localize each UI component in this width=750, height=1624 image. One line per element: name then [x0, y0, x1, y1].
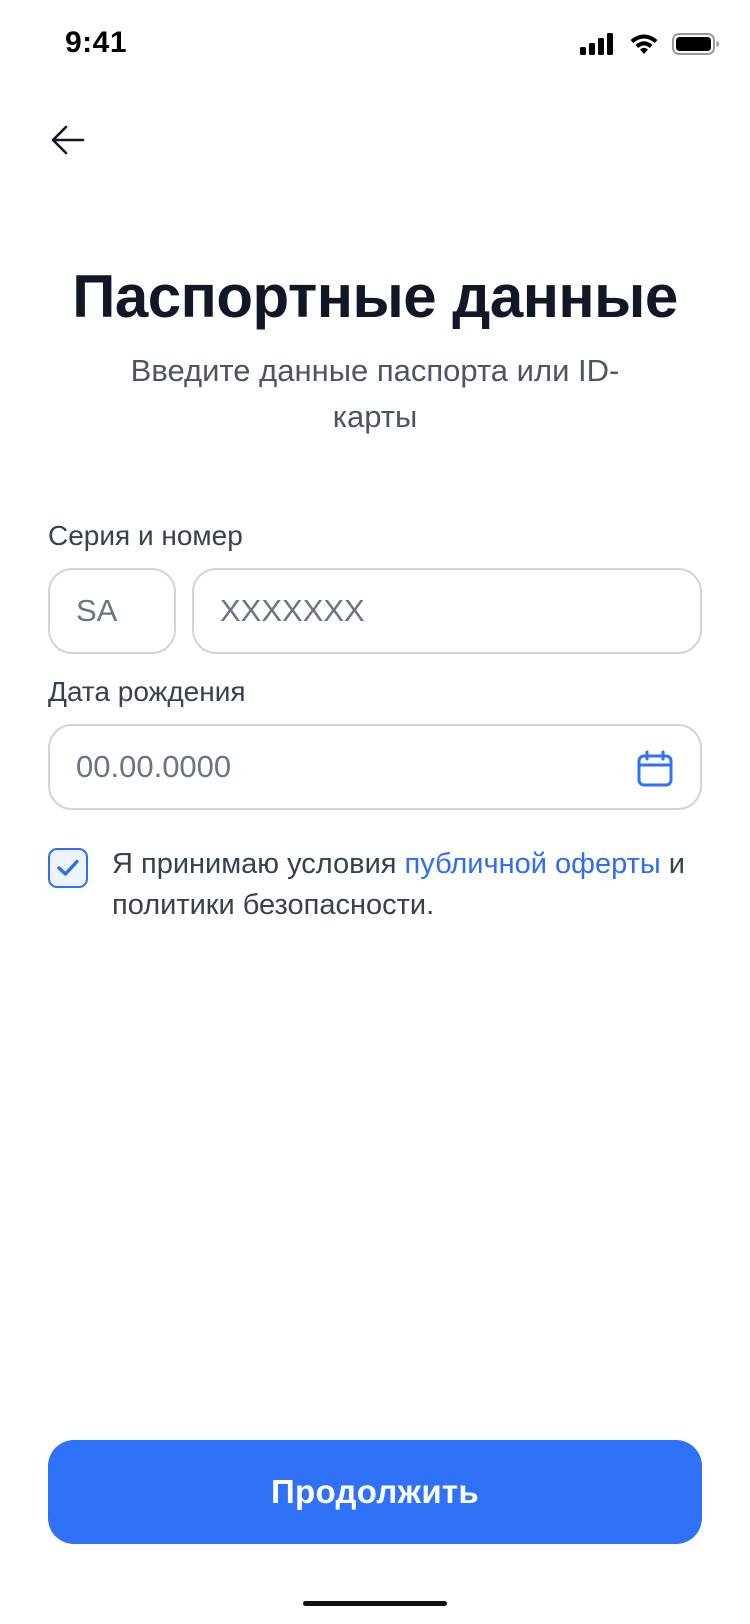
passport-number-input[interactable]	[220, 570, 700, 652]
status-bar: 9:41	[0, 0, 750, 94]
consent-text: Я принимаю условия публичной оферты и по…	[112, 844, 712, 926]
birth-date-label: Дата рождения	[48, 676, 246, 707]
passport-series-field[interactable]	[48, 568, 176, 654]
continue-button[interactable]: Продолжить	[48, 1440, 702, 1544]
passport-number-field[interactable]	[192, 568, 702, 654]
page-subtitle: Введите данные паспорта или ID-карты	[130, 353, 620, 434]
consent-text-before: Я принимаю условия	[112, 848, 405, 880]
back-button[interactable]	[46, 118, 90, 162]
passport-series-input[interactable]	[76, 570, 174, 652]
cellular-signal-icon	[580, 33, 613, 55]
consent-checkbox[interactable]	[48, 848, 88, 888]
status-icons	[580, 32, 720, 56]
home-indicator	[303, 1601, 447, 1606]
birth-date-input[interactable]	[76, 726, 620, 808]
checkmark-icon	[57, 859, 79, 876]
calendar-icon[interactable]	[636, 750, 674, 788]
status-time: 9:41	[65, 26, 128, 59]
page-title: Паспортные данные	[72, 263, 678, 330]
series-number-label: Серия и номер	[48, 520, 243, 551]
birth-date-field[interactable]	[48, 724, 702, 810]
arrow-left-icon	[51, 125, 85, 155]
wifi-icon	[630, 34, 658, 54]
battery-icon	[672, 33, 719, 55]
public-offer-link[interactable]: публичной оферты	[405, 848, 661, 880]
